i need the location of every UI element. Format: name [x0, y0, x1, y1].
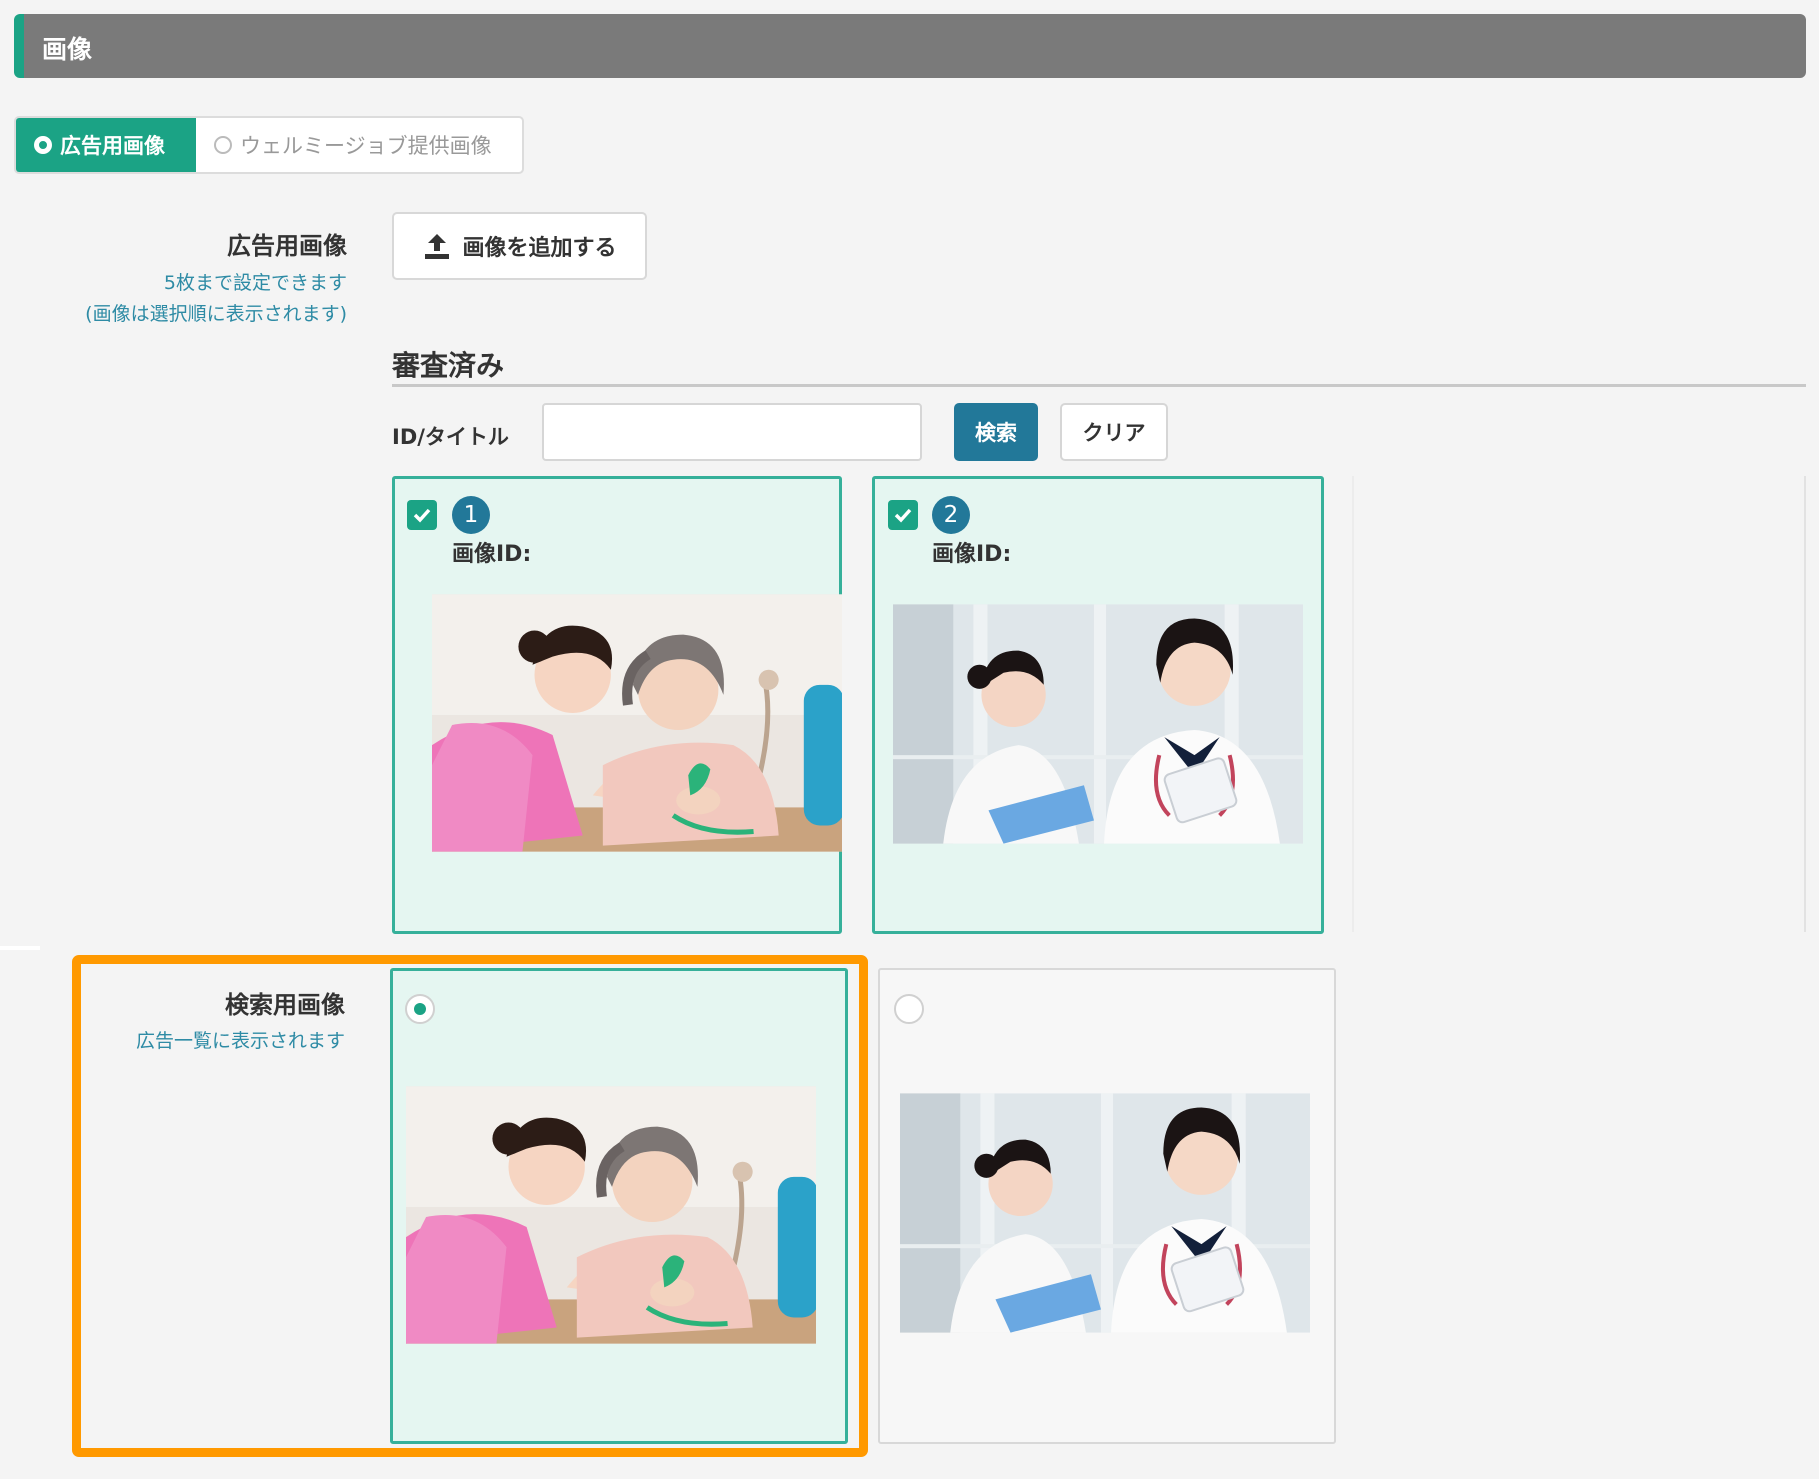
reviewed-title: 審査済み — [392, 349, 505, 382]
separator-stub — [0, 946, 40, 950]
clear-button[interactable]: クリア — [1060, 403, 1168, 461]
tab-ad-images[interactable]: 広告用画像 — [16, 118, 196, 172]
tab-provided-images-label: ウェルミージョブ提供画像 — [240, 134, 492, 158]
image-checkbox[interactable] — [888, 500, 918, 530]
id-title-search-input[interactable] — [542, 403, 922, 461]
add-image-button[interactable]: 画像を追加する — [392, 212, 647, 280]
reviewed-divider — [392, 384, 1806, 387]
ad-images-label: 広告用画像 — [227, 232, 347, 260]
tab-provided-images[interactable]: ウェルミージョブ提供画像 — [196, 118, 510, 172]
radio-selected-icon — [34, 136, 52, 154]
two-nurses-clipboard-photo — [900, 1093, 1310, 1333]
check-icon — [894, 508, 912, 523]
search-label: ID/タイトル — [392, 425, 509, 449]
two-nurses-clipboard-photo — [893, 604, 1303, 844]
section-header-bar — [14, 14, 1806, 78]
search-button[interactable]: 検索 — [954, 403, 1038, 461]
radio-unselected-icon — [214, 136, 232, 154]
add-image-button-label: 画像を追加する — [462, 236, 617, 261]
caregiver-elderly-knitting-photo — [432, 594, 842, 852]
grid-divider — [1352, 476, 1354, 932]
check-icon — [413, 508, 431, 523]
ad-images-note-1: 5枚まで設定できます — [163, 272, 347, 294]
selection-order-badge: 1 — [452, 496, 490, 534]
highlight-annotation-box — [72, 955, 868, 1457]
ad-images-note-2: (画像は選択順に表示されます) — [85, 303, 347, 325]
image-source-toggle: 広告用画像 ウェルミージョブ提供画像 — [14, 116, 524, 174]
image-id-label: 画像ID: — [452, 542, 532, 567]
grid-right-border — [1804, 476, 1806, 932]
selection-order-badge: 2 — [932, 496, 970, 534]
tab-ad-images-label: 広告用画像 — [60, 134, 165, 158]
image-id-label: 画像ID: — [932, 542, 1012, 567]
image-checkbox[interactable] — [407, 500, 437, 530]
section-title: 画像 — [42, 35, 93, 64]
search-image-radio[interactable] — [894, 994, 924, 1024]
upload-icon — [425, 234, 450, 259]
